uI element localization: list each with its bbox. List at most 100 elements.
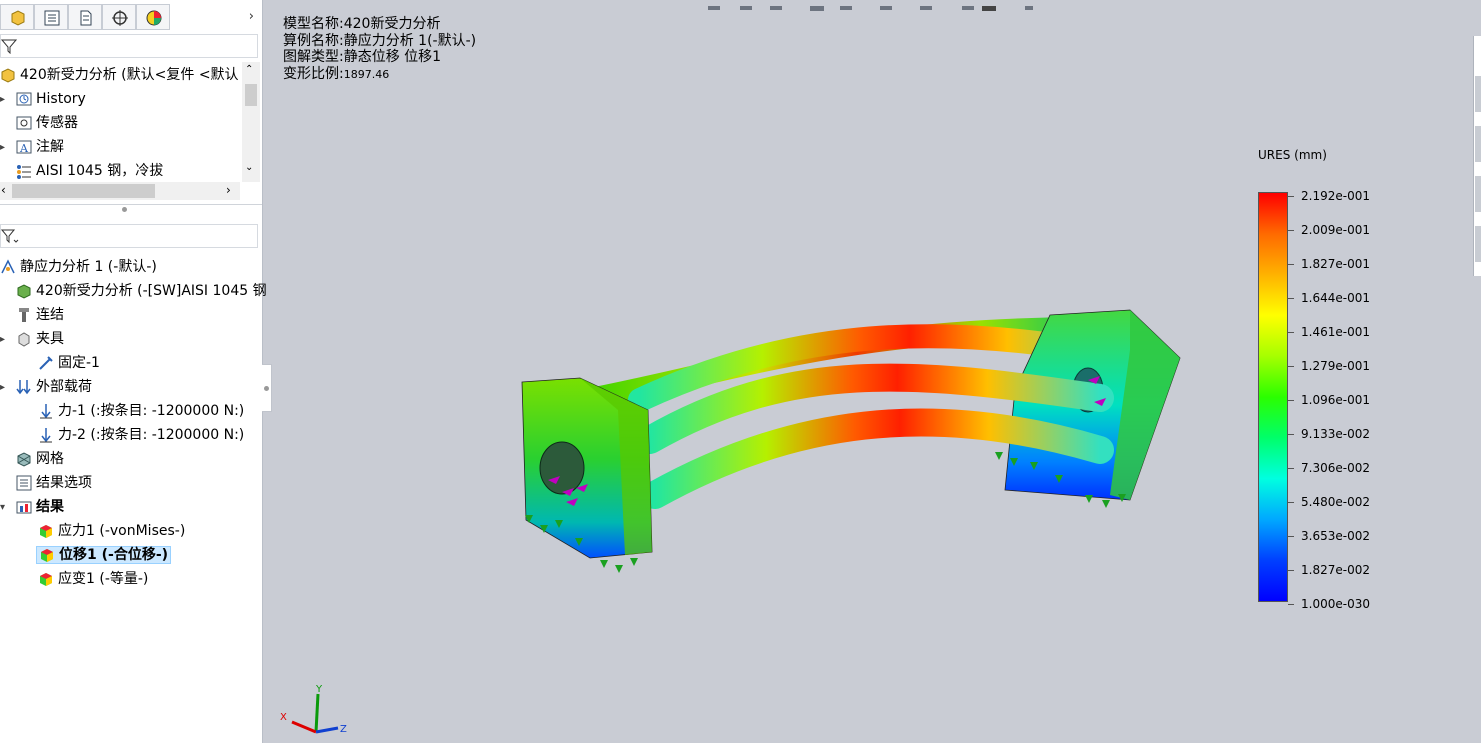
- tree-item-label: History: [36, 91, 86, 107]
- task-pane-tab[interactable]: [1475, 226, 1481, 262]
- study-item-label: 网格: [36, 451, 64, 467]
- toolbar-icons[interactable]: [700, 6, 1040, 12]
- tree-item-label: AISI 1045 钢，冷拔: [36, 163, 164, 179]
- filter-icon[interactable]: [1, 38, 17, 54]
- task-pane-tab[interactable]: [1475, 176, 1481, 212]
- collapse-arrow-icon[interactable]: ▾: [0, 502, 5, 513]
- legend-tick-mark: [1288, 230, 1294, 231]
- tab-configuration-manager[interactable]: [68, 4, 102, 30]
- legend-tick-mark: [1288, 434, 1294, 435]
- study-item-label: 应力1 (-vonMises-): [58, 523, 186, 539]
- plot-type-label: 图解类型:: [283, 49, 344, 65]
- legend-tick-mark: [1288, 536, 1294, 537]
- tab-feature-manager[interactable]: [0, 4, 34, 30]
- triad-x-label: X: [280, 712, 287, 723]
- panel-collapse-handle[interactable]: [262, 364, 272, 412]
- scroll-right-icon[interactable]: ›: [226, 183, 231, 197]
- plot-info-block: 模型名称:420新受力分析 算例名称:静应力分析 1(-默认-) 图解类型:静态…: [283, 16, 476, 83]
- tree-item-history[interactable]: History: [16, 88, 86, 110]
- z-axis-line: [315, 726, 339, 734]
- tab-display-manager[interactable]: [136, 4, 170, 30]
- tab-property-manager[interactable]: [34, 4, 68, 30]
- expand-arrow-icon[interactable]: ▸: [0, 382, 5, 393]
- color-legend-bar: [1258, 192, 1288, 602]
- horizontal-scrollbar[interactable]: ‹ ›: [0, 182, 240, 200]
- study-item-label: 力-1 (:按条目: -1200000 N:): [58, 403, 245, 419]
- study-item-label: 应变1 (-等量-): [58, 571, 149, 587]
- heads-up-toolbar[interactable]: [700, 0, 1040, 11]
- results-folder-icon: [16, 501, 32, 514]
- legend-tick-mark: [1288, 332, 1294, 333]
- study-item-result-options[interactable]: 结果选项: [16, 472, 92, 494]
- splitter-grip-icon[interactable]: [122, 207, 127, 212]
- tree-item-sensors[interactable]: 传感器: [16, 112, 78, 134]
- annotation-icon: A: [16, 140, 32, 155]
- scroll-left-icon[interactable]: ‹: [1, 183, 6, 197]
- part-icon: [17, 284, 31, 299]
- study-item-force-1[interactable]: 力-1 (:按条目: -1200000 N:): [38, 400, 244, 422]
- legend-title: URES (mm): [1258, 148, 1327, 162]
- study-item-fixtures[interactable]: 夹具: [16, 328, 64, 350]
- model-name-label: 模型名称:: [283, 16, 344, 32]
- expand-arrow-icon[interactable]: ▸: [0, 94, 5, 105]
- task-pane-tab[interactable]: [1475, 76, 1481, 112]
- expand-arrow-icon[interactable]: ▸: [0, 334, 5, 345]
- legend-tick-label: 5.480e-002: [1301, 495, 1370, 509]
- pane-splitter[interactable]: [0, 204, 262, 221]
- study-root-label: 静应力分析 1 (-默认-): [20, 259, 157, 275]
- legend-tick-label: 1.279e-001: [1301, 359, 1370, 373]
- dimxpert-icon: [112, 10, 128, 26]
- filter-row-bottom[interactable]: [0, 224, 258, 248]
- study-item-force-2[interactable]: 力-2 (:按条目: -1200000 N:): [38, 424, 244, 446]
- mesh-icon: [17, 452, 31, 467]
- scroll-up-icon[interactable]: ⌃: [245, 64, 253, 75]
- collapse-grip-icon[interactable]: [264, 386, 269, 391]
- deform-scale-label: 变形比例:: [283, 65, 344, 82]
- legend-tick-mark: [1288, 196, 1294, 197]
- legend-tick-mark: [1288, 502, 1294, 503]
- study-item-fixed-1[interactable]: 固定-1: [38, 352, 100, 374]
- stress-plot-icon: [40, 525, 52, 538]
- chevron-right-icon[interactable]: ›: [249, 9, 254, 24]
- study-name-value: 静应力分析 1(-默认-): [343, 32, 477, 49]
- deform-scale-line: 变形比例:1897.46: [283, 66, 476, 84]
- study-item-displacement-plot[interactable]: 位移1 (-合位移-): [36, 544, 172, 566]
- task-pane-edge[interactable]: [1473, 36, 1481, 276]
- scroll-down-icon[interactable]: ⌄: [245, 162, 253, 173]
- selected-highlight: 位移1 (-合位移-): [36, 546, 172, 564]
- y-axis-line: [314, 693, 320, 733]
- fixture-folder-icon: [18, 332, 30, 347]
- legend-tick-mark: [1288, 264, 1294, 265]
- study-name-label: 算例名称:: [283, 32, 344, 49]
- study-item-external-loads[interactable]: 外部载荷: [16, 376, 92, 398]
- expand-arrow-icon[interactable]: ▸: [0, 142, 5, 153]
- study-item-mesh[interactable]: 网格: [16, 448, 64, 470]
- displacement-plot-icon: [41, 549, 53, 562]
- filter-icon[interactable]: [1, 228, 19, 244]
- horizontal-scroll-thumb[interactable]: [12, 184, 155, 198]
- history-icon: [16, 92, 32, 106]
- filter-row-top[interactable]: [0, 34, 258, 58]
- tree-item-material[interactable]: AISI 1045 钢，冷拔: [16, 160, 163, 182]
- configuration-manager-icon: [80, 10, 92, 26]
- tree-item-annotations[interactable]: A 注解: [16, 136, 64, 158]
- legend-tick-mark: [1288, 570, 1294, 571]
- study-root[interactable]: 静应力分析 1 (-默认-): [0, 256, 157, 278]
- external-loads-icon: [16, 380, 31, 395]
- study-item-connections[interactable]: 连结: [16, 304, 64, 326]
- deform-scale-value: 1897.46: [343, 67, 390, 81]
- task-pane-tab[interactable]: [1475, 126, 1481, 162]
- tab-dimxpert[interactable]: [102, 4, 136, 30]
- vertical-scrollbar[interactable]: ⌃ ⌄: [242, 62, 260, 182]
- study-item-results[interactable]: 结果: [16, 496, 64, 518]
- tree-root-part[interactable]: 420新受力分析 (默认<复件 <默认: [0, 64, 239, 86]
- fixed-icon: [39, 356, 53, 370]
- model-name-line: 模型名称:420新受力分析: [283, 16, 476, 33]
- study-item-strain-plot[interactable]: 应变1 (-等量-): [38, 568, 148, 590]
- fea-model-render[interactable]: [490, 290, 1210, 600]
- study-item-part[interactable]: 420新受力分析 (-[SW]AISI 1045 钢: [16, 280, 267, 302]
- study-item-stress-plot[interactable]: 应力1 (-vonMises-): [38, 520, 185, 542]
- legend-tick-label: 1.096e-001: [1301, 393, 1370, 407]
- vertical-scroll-thumb[interactable]: [245, 84, 257, 106]
- study-item-label: 结果: [36, 499, 64, 515]
